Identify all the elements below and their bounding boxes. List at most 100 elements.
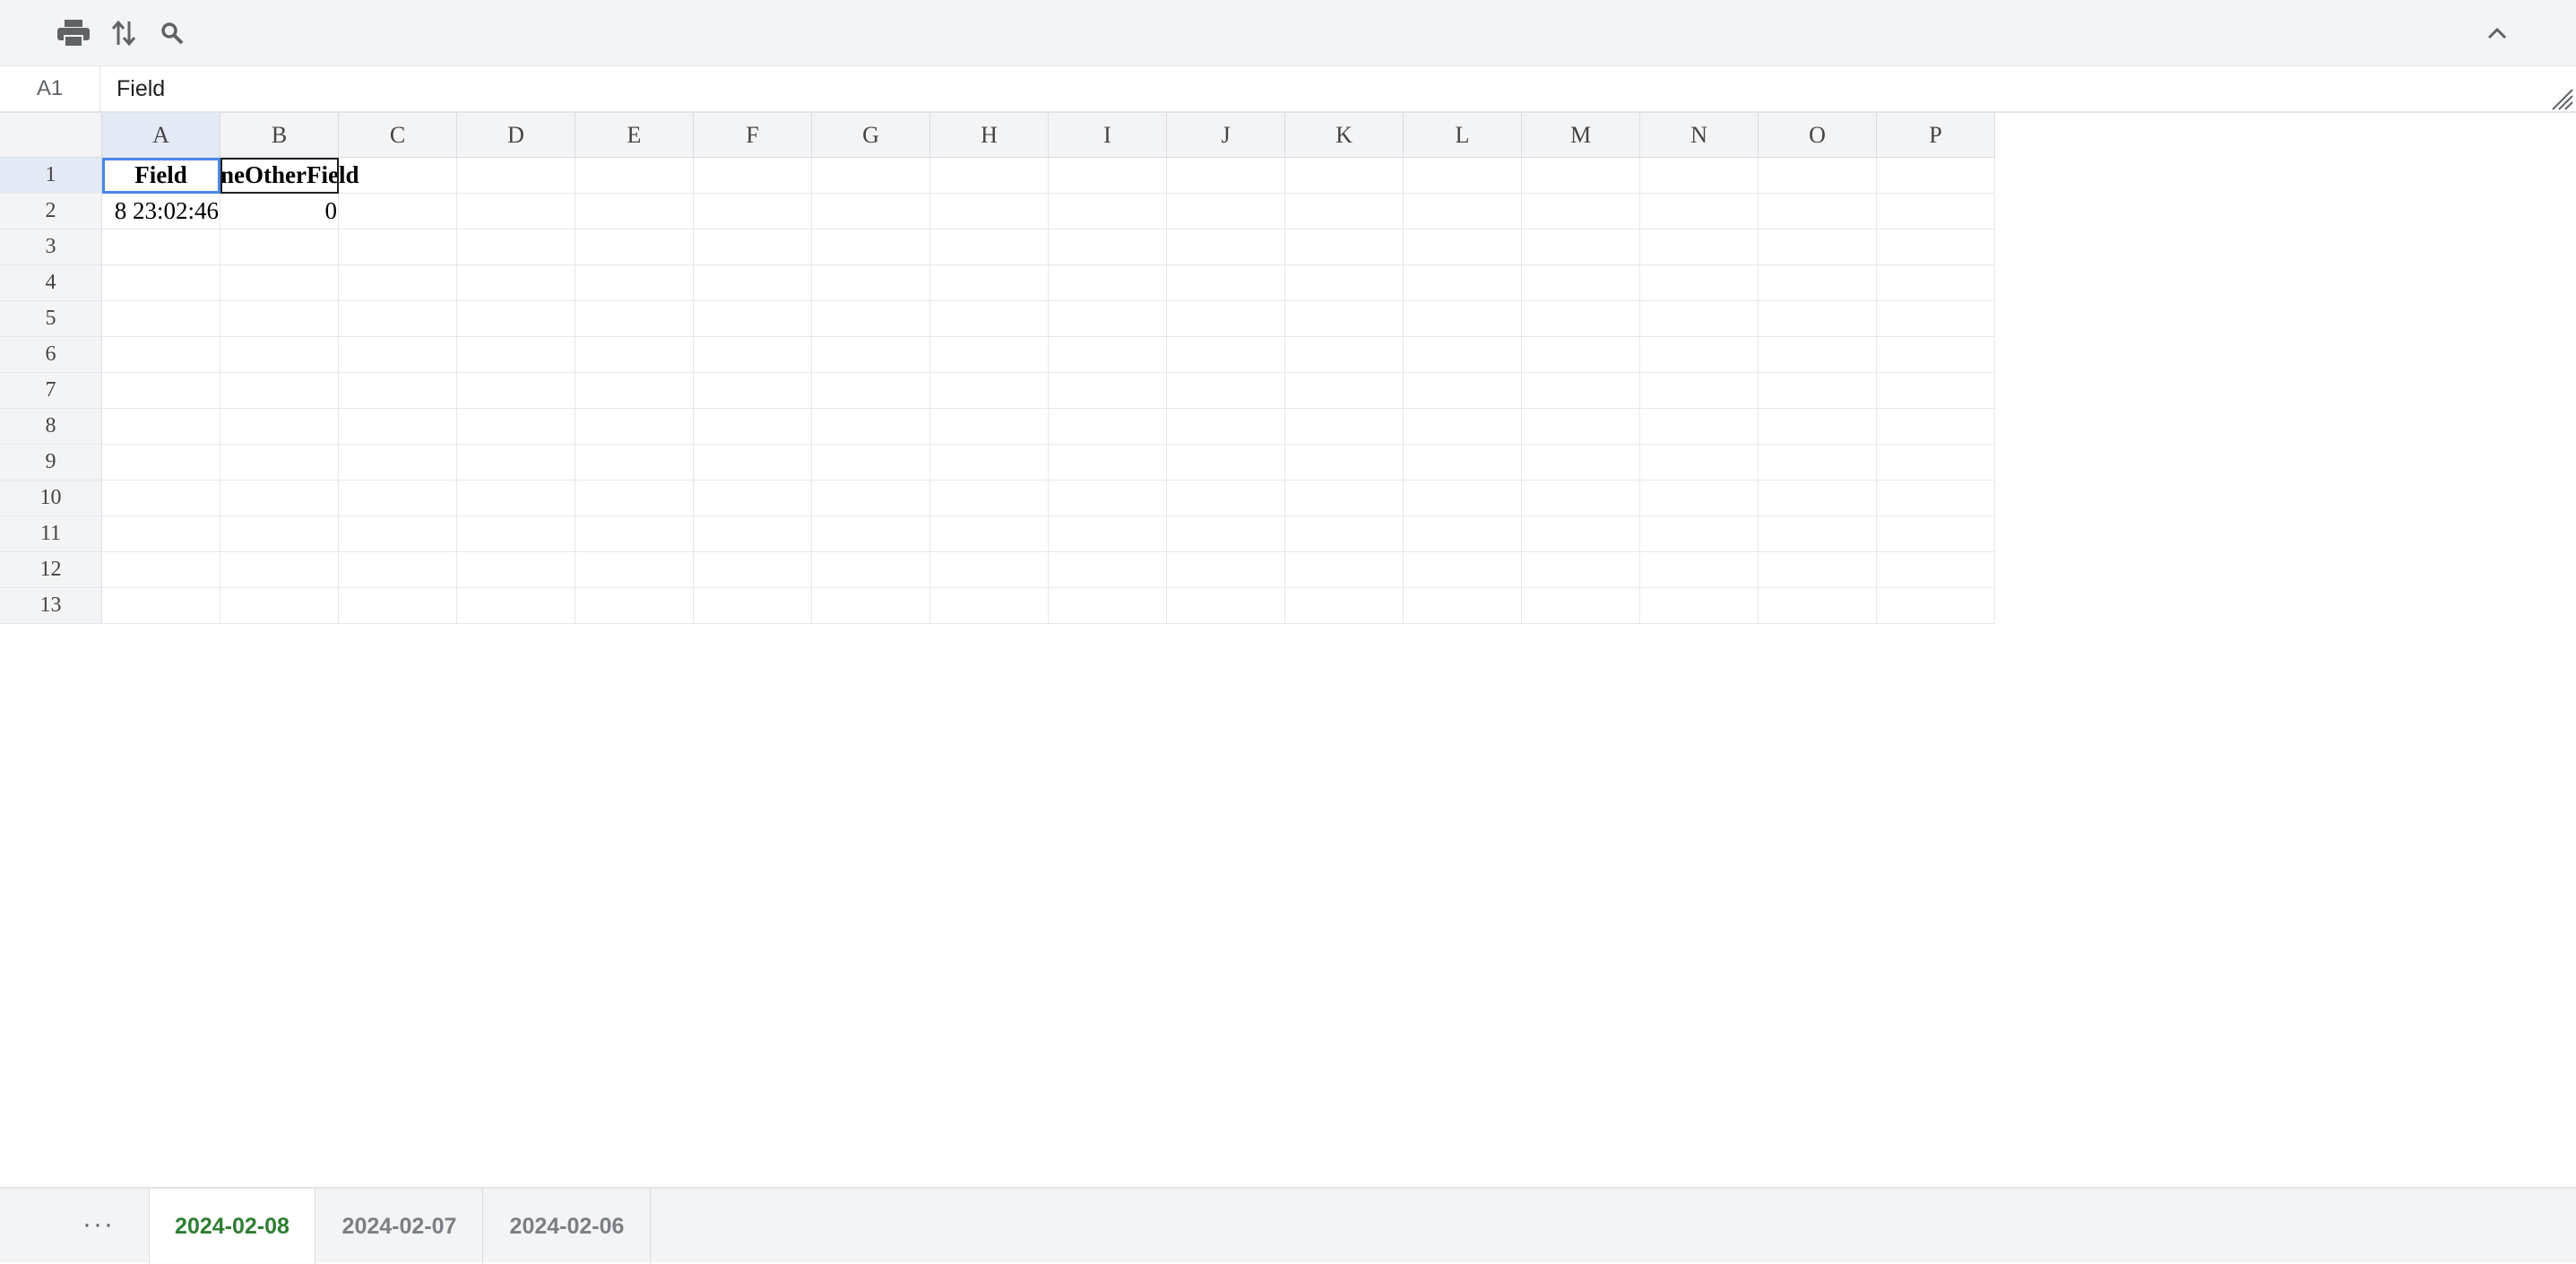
cell-o13[interactable] bbox=[1759, 588, 1877, 624]
cell-f7[interactable] bbox=[694, 373, 812, 409]
cell-i11[interactable] bbox=[1049, 516, 1167, 552]
cell-o6[interactable] bbox=[1759, 337, 1877, 373]
cell-o10[interactable] bbox=[1759, 480, 1877, 516]
cell-g9[interactable] bbox=[812, 445, 930, 480]
cell-f6[interactable] bbox=[694, 337, 812, 373]
cell-m13[interactable] bbox=[1522, 588, 1640, 624]
cell-j3[interactable] bbox=[1167, 229, 1285, 265]
cell-c12[interactable] bbox=[339, 552, 457, 588]
cell-h13[interactable] bbox=[930, 588, 1049, 624]
cell-h7[interactable] bbox=[930, 373, 1049, 409]
cell-c2[interactable] bbox=[339, 194, 457, 229]
cell-b4[interactable] bbox=[220, 265, 339, 301]
cell-f11[interactable] bbox=[694, 516, 812, 552]
cell-n5[interactable] bbox=[1640, 301, 1759, 337]
cell-k5[interactable] bbox=[1285, 301, 1404, 337]
cell-j8[interactable] bbox=[1167, 409, 1285, 445]
cell-e4[interactable] bbox=[575, 265, 694, 301]
row-header-10[interactable]: 10 bbox=[0, 480, 102, 516]
cell-j4[interactable] bbox=[1167, 265, 1285, 301]
cell-p13[interactable] bbox=[1877, 588, 1995, 624]
cell-l2[interactable] bbox=[1404, 194, 1522, 229]
cell-m10[interactable] bbox=[1522, 480, 1640, 516]
row-header-12[interactable]: 12 bbox=[0, 552, 102, 588]
cell-a6[interactable] bbox=[102, 337, 220, 373]
cell-k3[interactable] bbox=[1285, 229, 1404, 265]
cell-h8[interactable] bbox=[930, 409, 1049, 445]
cell-a11[interactable] bbox=[102, 516, 220, 552]
cell-m12[interactable] bbox=[1522, 552, 1640, 588]
cell-g4[interactable] bbox=[812, 265, 930, 301]
cell-b1[interactable]: neOtherField bbox=[220, 158, 359, 194]
cell-i7[interactable] bbox=[1049, 373, 1167, 409]
cell-g3[interactable] bbox=[812, 229, 930, 265]
column-header-h[interactable]: H bbox=[930, 113, 1049, 158]
cell-d12[interactable] bbox=[457, 552, 575, 588]
cell-p1[interactable] bbox=[1877, 158, 1995, 194]
cell-n6[interactable] bbox=[1640, 337, 1759, 373]
cell-o2[interactable] bbox=[1759, 194, 1877, 229]
cell-g8[interactable] bbox=[812, 409, 930, 445]
cell-n13[interactable] bbox=[1640, 588, 1759, 624]
cell-o11[interactable] bbox=[1759, 516, 1877, 552]
cell-j1[interactable] bbox=[1167, 158, 1285, 194]
cell-f4[interactable] bbox=[694, 265, 812, 301]
cell-j6[interactable] bbox=[1167, 337, 1285, 373]
cell-o12[interactable] bbox=[1759, 552, 1877, 588]
cell-l8[interactable] bbox=[1404, 409, 1522, 445]
cell-p7[interactable] bbox=[1877, 373, 1995, 409]
cell-f9[interactable] bbox=[694, 445, 812, 480]
cell-i12[interactable] bbox=[1049, 552, 1167, 588]
cell-g12[interactable] bbox=[812, 552, 930, 588]
column-header-p[interactable]: P bbox=[1877, 113, 1995, 158]
cell-h1[interactable] bbox=[930, 158, 1049, 194]
cell-k9[interactable] bbox=[1285, 445, 1404, 480]
column-header-j[interactable]: J bbox=[1167, 113, 1285, 158]
cell-c4[interactable] bbox=[339, 265, 457, 301]
cell-d7[interactable] bbox=[457, 373, 575, 409]
cell-b5[interactable] bbox=[220, 301, 339, 337]
cell-k6[interactable] bbox=[1285, 337, 1404, 373]
cell-c8[interactable] bbox=[339, 409, 457, 445]
cell-i2[interactable] bbox=[1049, 194, 1167, 229]
cell-d13[interactable] bbox=[457, 588, 575, 624]
cell-a7[interactable] bbox=[102, 373, 220, 409]
cell-c10[interactable] bbox=[339, 480, 457, 516]
cell-e9[interactable] bbox=[575, 445, 694, 480]
cell-j7[interactable] bbox=[1167, 373, 1285, 409]
cell-p8[interactable] bbox=[1877, 409, 1995, 445]
cell-f13[interactable] bbox=[694, 588, 812, 624]
cell-i6[interactable] bbox=[1049, 337, 1167, 373]
cell-g5[interactable] bbox=[812, 301, 930, 337]
cell-e3[interactable] bbox=[575, 229, 694, 265]
cell-a4[interactable] bbox=[102, 265, 220, 301]
cell-e2[interactable] bbox=[575, 194, 694, 229]
cell-e1[interactable] bbox=[575, 158, 694, 194]
cell-h3[interactable] bbox=[930, 229, 1049, 265]
cell-f2[interactable] bbox=[694, 194, 812, 229]
cell-k12[interactable] bbox=[1285, 552, 1404, 588]
cell-l3[interactable] bbox=[1404, 229, 1522, 265]
cell-h11[interactable] bbox=[930, 516, 1049, 552]
cell-d5[interactable] bbox=[457, 301, 575, 337]
cell-a9[interactable] bbox=[102, 445, 220, 480]
cell-j12[interactable] bbox=[1167, 552, 1285, 588]
cell-p5[interactable] bbox=[1877, 301, 1995, 337]
cell-n10[interactable] bbox=[1640, 480, 1759, 516]
cell-m8[interactable] bbox=[1522, 409, 1640, 445]
cell-m4[interactable] bbox=[1522, 265, 1640, 301]
cell-n9[interactable] bbox=[1640, 445, 1759, 480]
row-header-13[interactable]: 13 bbox=[0, 588, 102, 624]
cell-b10[interactable] bbox=[220, 480, 339, 516]
cell-o8[interactable] bbox=[1759, 409, 1877, 445]
cell-e8[interactable] bbox=[575, 409, 694, 445]
cell-e7[interactable] bbox=[575, 373, 694, 409]
cell-b6[interactable] bbox=[220, 337, 339, 373]
cell-j13[interactable] bbox=[1167, 588, 1285, 624]
sort-button[interactable] bbox=[106, 16, 142, 50]
cell-l7[interactable] bbox=[1404, 373, 1522, 409]
cell-b11[interactable] bbox=[220, 516, 339, 552]
cell-o7[interactable] bbox=[1759, 373, 1877, 409]
cell-e10[interactable] bbox=[575, 480, 694, 516]
cell-i4[interactable] bbox=[1049, 265, 1167, 301]
